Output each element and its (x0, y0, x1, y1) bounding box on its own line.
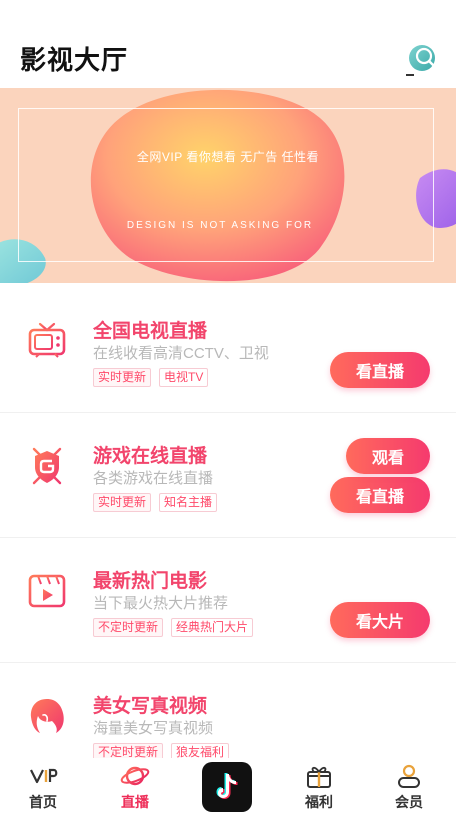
promo-banner[interactable]: 全网VIP 看你想看 无广告 任性看 DESIGN IS NOT ASKING … (0, 88, 456, 283)
tag: 电视TV (159, 368, 209, 387)
tab-label: 直播 (121, 794, 149, 810)
list-item[interactable]: 游戏在线直播 各类游戏在线直播 实时更新 知名主播 看直播 (0, 413, 456, 538)
page-title: 影视大厅 (20, 45, 129, 75)
app-header: 影视大厅 (0, 0, 456, 88)
list-item[interactable]: 最新热门电影 当下最火热大片推荐 不定时更新 经典热门大片 看大片 (0, 538, 456, 663)
tag-list: 实时更新 知名主播 (93, 493, 218, 512)
banner-subtitle: DESIGN IS NOT ASKING FOR (126, 220, 314, 231)
tag-list: 实时更新 电视TV (93, 368, 209, 387)
card-title: 最新热门电影 (93, 571, 208, 592)
tab-label: 福利 (305, 794, 333, 810)
card-description: 海量美女写真视频 (93, 720, 214, 737)
watch-movie-button[interactable]: 看大片 (330, 602, 430, 638)
tv-icon (28, 322, 66, 358)
tag: 知名主播 (159, 493, 218, 512)
tab-welfare[interactable]: 福利 (284, 762, 354, 812)
tab-home[interactable]: 首页 (8, 762, 78, 812)
card-description: 在线收看高清CCTV、卫视 (93, 345, 269, 362)
planet-icon (120, 766, 150, 786)
tag: 经典热门大片 (171, 618, 254, 637)
card-description: 各类游戏在线直播 (93, 470, 214, 487)
tiktok-button[interactable] (202, 762, 252, 812)
tag: 不定时更新 (93, 618, 164, 637)
tab-live[interactable]: 直播 (100, 762, 170, 812)
tag-list: 不定时更新 经典热门大片 (93, 618, 254, 637)
channel-list: 全国电视直播 在线收看高清CCTV、卫视 实时更新 电视TV 看直播 游戏在线直… (0, 288, 456, 773)
vip-icon (30, 768, 58, 784)
card-title: 美女写真视频 (93, 696, 208, 717)
tag: 实时更新 (93, 493, 152, 512)
user-icon (398, 764, 420, 788)
list-item[interactable]: 美女写真视频 海量美女写真视频 不定时更新 狼友福利 观看 (0, 438, 456, 773)
tab-label: 会员 (395, 794, 423, 810)
tab-label: 首页 (29, 794, 57, 810)
watch-button[interactable]: 观看 (346, 438, 430, 474)
banner-tagline: 全网VIP 看你想看 无广告 任性看 (136, 150, 320, 164)
tab-member[interactable]: 会员 (374, 762, 444, 812)
card-title: 全国电视直播 (93, 321, 208, 342)
film-icon (28, 574, 66, 608)
gift-icon (307, 766, 331, 788)
card-title: 游戏在线直播 (93, 446, 208, 467)
tiktok-icon (216, 773, 238, 799)
watch-live-button[interactable]: 看直播 (330, 352, 430, 388)
game-shield-icon (32, 447, 62, 485)
list-item[interactable]: 全国电视直播 在线收看高清CCTV、卫视 实时更新 电视TV 看直播 (0, 288, 456, 413)
watch-live-button[interactable]: 看直播 (330, 477, 430, 513)
card-description: 当下最火热大片推荐 (93, 595, 229, 612)
search-icon (406, 45, 435, 76)
banner-frame (18, 108, 434, 262)
search-button[interactable] (404, 42, 440, 78)
tag: 实时更新 (93, 368, 152, 387)
woman-face-icon (30, 699, 64, 733)
